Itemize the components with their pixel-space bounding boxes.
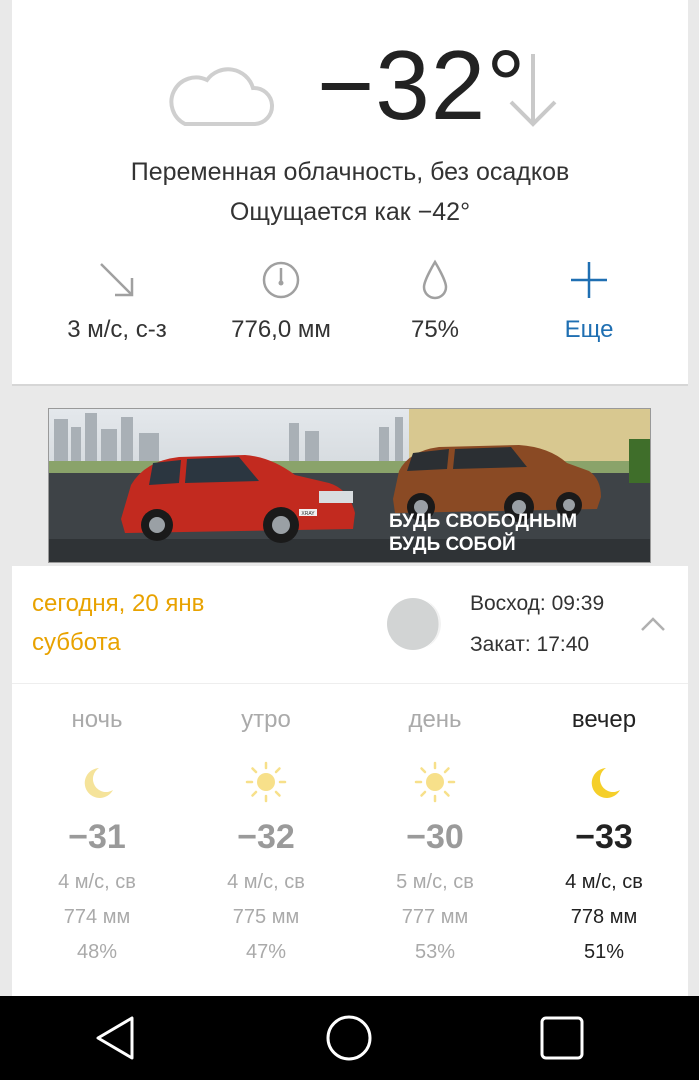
back-triangle-icon[interactable]	[92, 1014, 140, 1062]
period-humidity: 53%	[414, 941, 456, 963]
period-name: день	[408, 706, 462, 733]
wind-value: 3 м/с, с-з	[67, 316, 167, 343]
falling-arrow-icon	[509, 54, 557, 127]
period-night: ночь −31 4 м/с, св 774 мм 48%	[12, 706, 182, 964]
feels-like-text: Ощущается как −42°	[229, 198, 471, 226]
humidity-stat: 75%	[350, 258, 520, 344]
car-ad-image: ХRAY БУДЬ СВОБОДНЫМ БУДЬ СОБОЙ	[49, 409, 650, 562]
period-pressure: 775 мм	[232, 906, 300, 928]
period-name: ночь	[71, 706, 123, 733]
sunset-time: Закат: 17:40	[470, 633, 590, 656]
period-evening: вечер −33 4 м/с, св 778 мм 51%	[519, 706, 689, 964]
period-name: утро	[241, 706, 291, 733]
period-day: день −30 5 м/с, св 777 мм 53%	[350, 706, 520, 964]
period-wind: 5 м/с, св	[396, 871, 474, 893]
period-pressure: 778 мм	[570, 906, 638, 928]
period-name: вечер	[571, 706, 637, 733]
today-forecast-card: сегодня, 20 янв суббота Восход: 09:39 За…	[12, 566, 688, 1006]
period-temp: −33	[575, 818, 633, 856]
sunrise-time: Восход: 09:39	[470, 592, 605, 615]
more-button[interactable]: Еще	[504, 258, 674, 344]
pressure-stat: 776,0 мм	[196, 258, 366, 344]
plate-text: ХRAY	[301, 511, 315, 517]
moon-icon	[84, 768, 113, 798]
water-drop-icon	[422, 259, 448, 300]
ad-slogan-line1: БУДЬ СВОБОДНЫМ	[389, 511, 577, 532]
period-wind: 4 м/с, св	[565, 871, 643, 893]
period-humidity: 47%	[245, 941, 287, 963]
sun-icon	[414, 761, 456, 803]
period-humidity: 48%	[76, 941, 118, 963]
plus-icon	[571, 262, 607, 298]
recents-square-icon[interactable]	[538, 1014, 586, 1062]
ad-banner[interactable]: ХRAY БУДЬ СВОБОДНЫМ БУДЬ СОБОЙ	[48, 408, 651, 563]
period-pressure: 774 мм	[63, 906, 131, 928]
system-navigation-bar	[0, 996, 699, 1080]
ad-slogan-line2: БУДЬ СОБОЙ	[389, 533, 516, 555]
humidity-value: 75%	[410, 316, 460, 343]
current-weather-card: −32° Переменная облачность, без осадков …	[12, 0, 688, 386]
home-circle-icon[interactable]	[325, 1014, 373, 1062]
pressure-gauge-icon	[262, 261, 300, 299]
today-weekday: суббота	[32, 629, 121, 656]
period-wind: 4 м/с, св	[58, 871, 136, 893]
cloud-moon-icon	[169, 50, 297, 126]
period-humidity: 51%	[583, 941, 625, 963]
period-morning: утро −32 4 м/с, св 775 мм 47%	[181, 706, 351, 964]
condition-text: Переменная облачность, без осадков	[130, 158, 570, 186]
period-pressure: 777 мм	[401, 906, 469, 928]
period-temp: −30	[406, 818, 464, 856]
moon-phase-icon	[387, 598, 441, 650]
more-label: Еще	[564, 316, 614, 343]
period-temp: −31	[68, 818, 126, 856]
current-temperature: −32°	[317, 30, 527, 140]
period-wind: 4 м/с, св	[227, 871, 305, 893]
today-header[interactable]: сегодня, 20 янв суббота Восход: 09:39 За…	[12, 566, 688, 684]
sun-icon	[245, 761, 287, 803]
chevron-up-icon[interactable]	[638, 614, 668, 634]
pressure-value: 776,0 мм	[231, 316, 331, 343]
period-temp: −32	[237, 818, 295, 856]
today-date: сегодня, 20 янв	[32, 590, 205, 617]
wind-stat: 3 м/с, с-з	[32, 258, 202, 344]
moon-icon	[591, 768, 620, 798]
wind-direction-icon	[100, 263, 134, 297]
